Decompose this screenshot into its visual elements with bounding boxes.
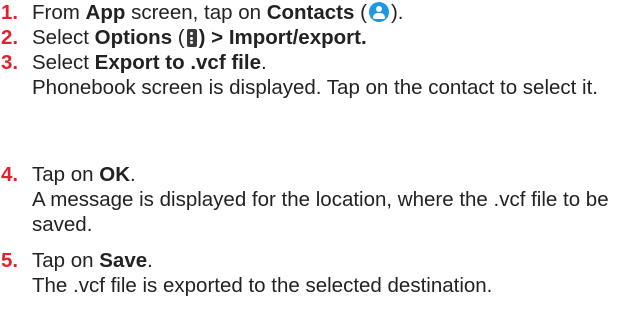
app-screen-label: App (85, 1, 126, 24)
step-number: 3. (1, 51, 19, 74)
step-text: Select Options () > Import/export. (32, 26, 367, 49)
step-text: Tap on Save. (32, 249, 153, 272)
step-number: 5. (1, 249, 19, 272)
step-detail: Phonebook screen is displayed. Tap on th… (32, 76, 599, 99)
step-3: 3. Select Export to .vcf file. Phonebook… (0, 50, 641, 100)
export-vcf-label: Export to .vcf file (94, 51, 261, 74)
step-number: 2. (1, 26, 19, 49)
step-5: 5. Tap on Save. The .vcf file is exporte… (0, 248, 641, 298)
step-number: 4. (1, 163, 19, 186)
step-4: 4. Tap on OK. A message is displayed for… (0, 162, 641, 237)
step-text: Tap on OK. (32, 163, 136, 186)
contacts-label: Contacts (266, 1, 355, 24)
step-detail: The .vcf file is exported to the selecte… (32, 274, 493, 297)
ok-label: OK (99, 163, 130, 186)
options-menu-icon (186, 29, 197, 47)
step-1: 1. From App screen, tap on Contacts (). (0, 0, 403, 25)
import-export-label: ) > Import/export. (198, 26, 367, 49)
step-2: 2. Select Options () > Import/export. (0, 25, 367, 50)
step-text: Select Export to .vcf file. (32, 51, 267, 74)
options-label: Options (94, 26, 173, 49)
contacts-icon (368, 2, 389, 22)
step-number: 1. (1, 1, 19, 24)
save-label: Save (99, 249, 148, 272)
step-detail: A message is displayed for the location,… (32, 188, 609, 236)
step-text: From App screen, tap on Contacts (). (32, 1, 404, 24)
